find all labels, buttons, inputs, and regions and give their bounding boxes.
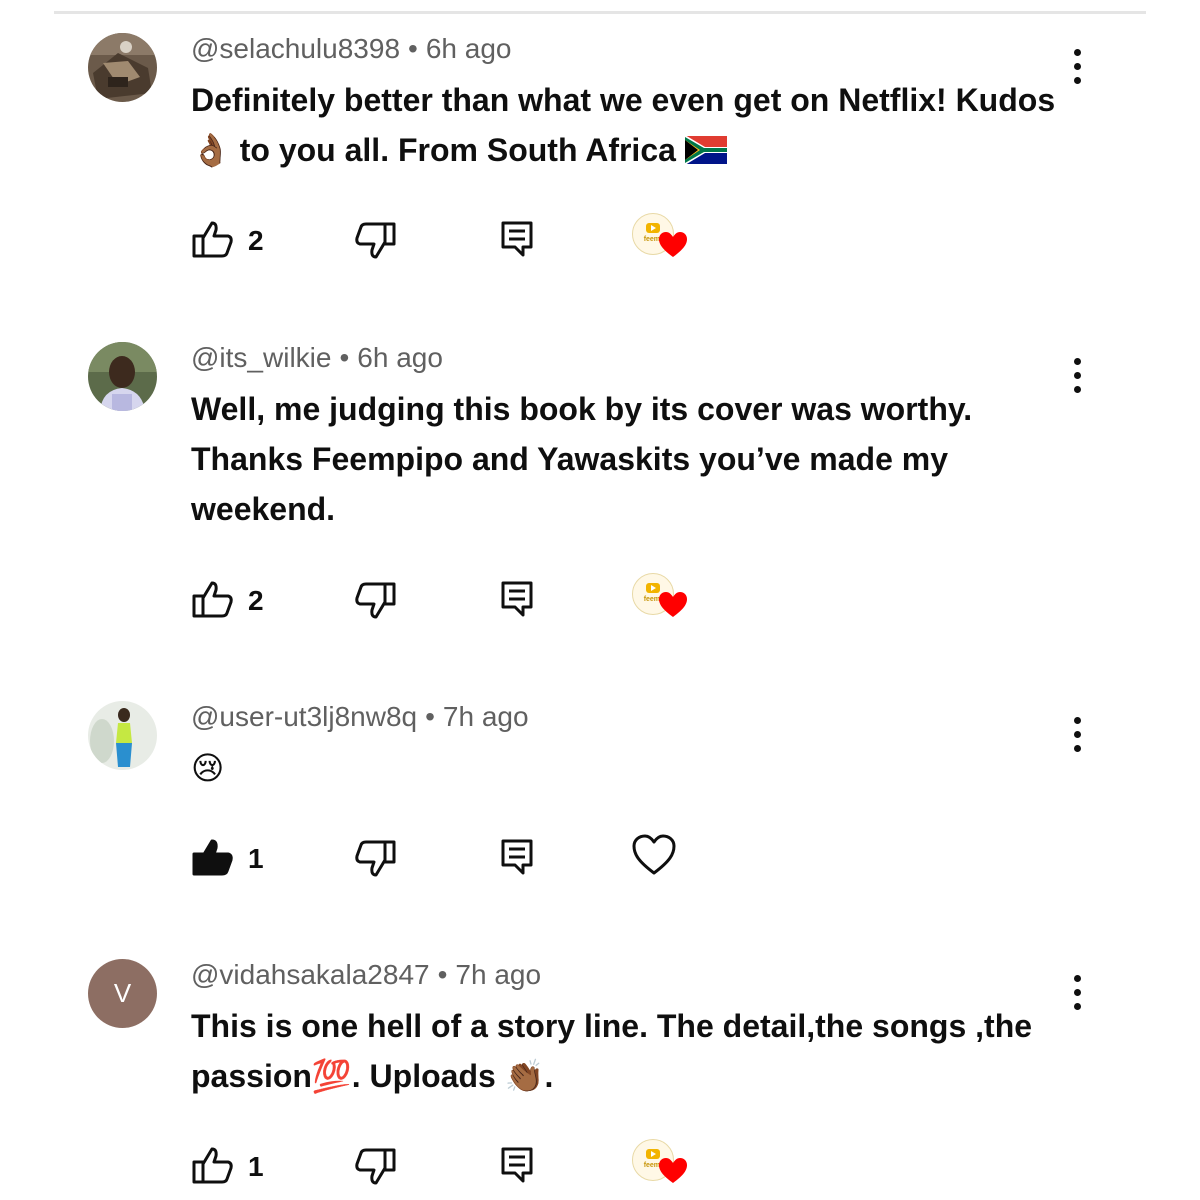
comment-meta: @vidahsakala2847 • 7h ago <box>191 959 541 991</box>
username[interactable]: @selachulu8398 <box>191 33 400 64</box>
comment-text-line: This is one hell of a story line. The de… <box>191 1008 1033 1044</box>
more-vertical-icon[interactable] <box>1064 717 1092 757</box>
comment-text: This is one hell of a story line. The de… <box>191 1001 1071 1101</box>
comment-actions: 1 feemp <box>0 1139 1200 1193</box>
thumbs-up-outline-icon[interactable] <box>190 577 236 623</box>
avatar-letter: V <box>113 978 132 1008</box>
comment-text: 😢 <box>191 743 1071 793</box>
thumbs-up-outline-icon[interactable] <box>190 1143 236 1189</box>
reply-icon[interactable] <box>497 1143 537 1189</box>
thumbs-down-icon[interactable] <box>352 1143 398 1189</box>
thumbs-up-filled-icon[interactable] <box>190 835 236 881</box>
like-count: 2 <box>248 225 264 256</box>
username[interactable]: @user-ut3lj8nw8q <box>191 701 417 732</box>
meta-separator: • <box>408 33 418 64</box>
comment-text: Definitely better than what we even get … <box>191 75 1071 175</box>
comment-text-line: 😢 <box>191 750 225 786</box>
timestamp[interactable]: 7h ago <box>455 959 541 990</box>
comment-actions: 2 feemp <box>0 573 1200 627</box>
thumbs-up-outline-icon[interactable] <box>190 217 236 263</box>
avatar[interactable] <box>88 701 157 770</box>
south-africa-flag-icon <box>684 128 727 165</box>
like-count: 2 <box>248 585 264 616</box>
thumbs-down-icon[interactable] <box>352 217 398 263</box>
creator-heart-icon[interactable]: feemp <box>628 209 692 273</box>
comment-text-line: 👌🏾 to you all. From South Africa <box>191 132 676 168</box>
comment-meta: @selachulu8398 • 6h ago <box>191 33 511 65</box>
comment-actions: 1 <box>0 834 1200 885</box>
reply-icon[interactable] <box>497 835 537 881</box>
timestamp[interactable]: 6h ago <box>357 342 443 373</box>
reply-icon[interactable] <box>497 577 537 623</box>
avatar[interactable]: V <box>88 959 157 1028</box>
creator-heart-icon[interactable]: feemp <box>628 1135 692 1199</box>
creator-heart-icon[interactable]: feemp <box>628 569 692 633</box>
comment-text-line: passion💯. Uploads 👏🏾. <box>191 1058 554 1094</box>
more-vertical-icon[interactable] <box>1064 358 1092 398</box>
more-vertical-icon[interactable] <box>1064 975 1092 1015</box>
timestamp[interactable]: 7h ago <box>443 701 529 732</box>
meta-separator: • <box>339 342 350 373</box>
meta-separator: • <box>437 959 448 990</box>
thumbs-down-icon[interactable] <box>352 577 398 623</box>
avatar[interactable] <box>88 33 157 102</box>
top-divider <box>54 11 1146 14</box>
comment-text-line: Well, me judging this book by its cover … <box>191 391 973 427</box>
comment-meta: @user-ut3lj8nw8q • 7h ago <box>191 701 529 733</box>
comment-actions: 2 feemp <box>0 213 1200 267</box>
comment-text-line: Definitely better than what we even get … <box>191 82 1056 118</box>
comment-meta: @its_wilkie • 6h ago <box>191 342 443 374</box>
like-count: 1 <box>248 1151 264 1182</box>
comment-text-line: weekend. <box>191 491 336 527</box>
reply-icon[interactable] <box>497 217 537 263</box>
username[interactable]: @its_wilkie <box>191 342 331 373</box>
timestamp[interactable]: 6h ago <box>426 33 512 64</box>
username[interactable]: @vidahsakala2847 <box>191 959 430 990</box>
comment-text-line: Thanks Feempipo and Yawaskits you’ve mad… <box>191 441 949 477</box>
comment-text: Well, me judging this book by its cover … <box>191 384 1071 534</box>
heart-outline-icon[interactable] <box>630 831 678 879</box>
meta-separator: • <box>425 701 435 732</box>
avatar[interactable] <box>88 342 157 411</box>
more-vertical-icon[interactable] <box>1064 49 1092 89</box>
thumbs-down-icon[interactable] <box>352 835 398 881</box>
like-count: 1 <box>248 843 264 874</box>
